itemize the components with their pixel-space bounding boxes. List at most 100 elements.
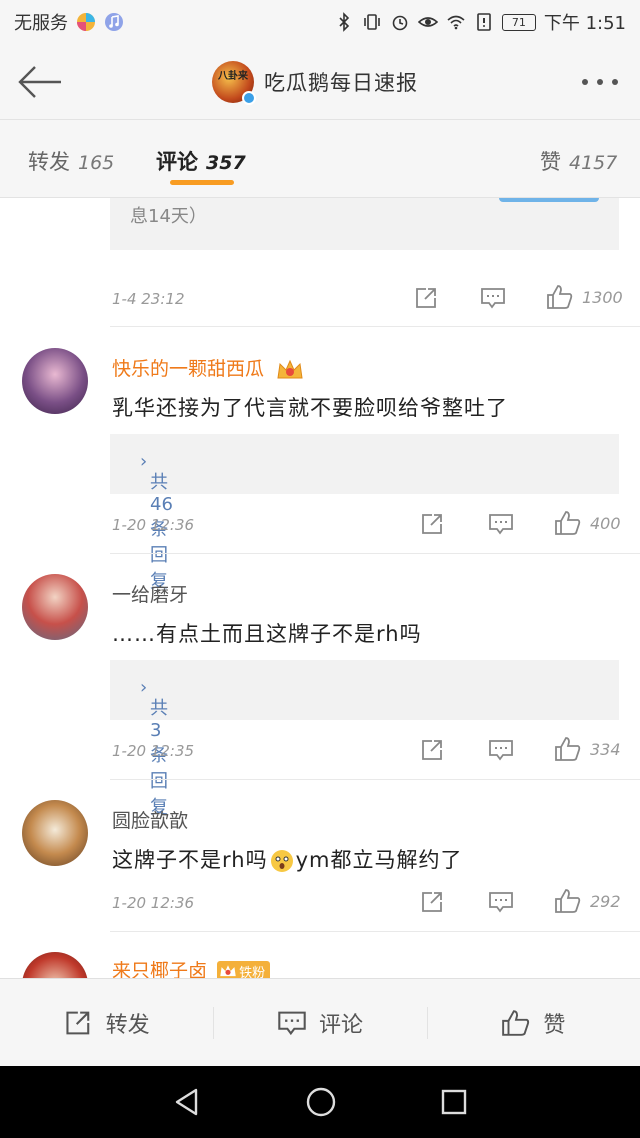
battery-indicator: 71 — [501, 13, 536, 31]
eye-icon — [417, 17, 438, 27]
comment-icon — [489, 514, 513, 535]
avatar-text: 八卦来 — [218, 70, 248, 82]
comment-button[interactable]: 评论 — [213, 979, 426, 1066]
chevron-right-icon: › — [140, 451, 148, 472]
comment-time: 1-4 23:12 — [112, 290, 185, 308]
shocked-emoji-icon — [270, 850, 293, 872]
nav-home-icon[interactable] — [305, 1086, 337, 1118]
share-icon — [416, 288, 436, 308]
account-avatar[interactable]: 八卦来 — [212, 60, 256, 105]
tab-repost[interactable]: 转发 165 — [28, 146, 114, 176]
chevron-right-icon: › — [140, 677, 148, 698]
tab-label: 赞 — [540, 150, 561, 174]
like-action[interactable]: 400 — [554, 510, 621, 536]
comment-list[interactable]: 息14天） 1-4 23:12 1300 快乐的一颗甜西瓜 乳华还接为了代言就不… — [0, 198, 640, 978]
share-icon — [422, 740, 442, 760]
tab-label: 评论 — [156, 150, 198, 174]
repost-label: 转发 — [105, 1012, 150, 1038]
commenter-name-text: 快乐的一颗甜西瓜 — [112, 358, 265, 380]
comment-icon — [489, 740, 513, 761]
tab-count: 357 — [206, 152, 246, 174]
avatar[interactable] — [22, 952, 88, 978]
repost-action[interactable] — [414, 286, 440, 310]
commenter-name[interactable]: 圆脸歆歆 — [112, 806, 188, 833]
avatar[interactable] — [22, 574, 88, 640]
fan-badge-label: 铁粉 — [239, 966, 266, 978]
replies-link: 共46条回复 › — [130, 451, 173, 592]
fan-badge: 铁粉 — [217, 961, 271, 978]
share-icon — [66, 1011, 89, 1034]
divider — [110, 326, 640, 327]
like-count: 334 — [590, 739, 621, 759]
avatar[interactable] — [22, 800, 88, 866]
quoted-text: 息14天） — [130, 206, 207, 227]
comment-time: 1-20 12:35 — [112, 742, 195, 760]
vip-crown-icon — [277, 359, 303, 378]
repost-action[interactable] — [420, 738, 446, 762]
view-replies-button[interactable]: 共46条回复 › — [110, 434, 619, 592]
comment-time: 1-20 12:36 — [112, 516, 195, 534]
more-options-button[interactable] — [560, 78, 640, 85]
music-icon — [105, 13, 123, 31]
nav-recents-icon[interactable] — [440, 1088, 468, 1116]
list-item: 快乐的一颗甜西瓜 乳华还接为了代言就不要脸呗给爷整吐了 共46条回复 › 1-2… — [0, 328, 640, 592]
status-bar: 无服务 71 下午 1:51 — [0, 0, 640, 44]
alarm-icon — [392, 15, 408, 31]
tab-likes[interactable]: 赞 4157 — [540, 146, 617, 176]
bottom-action-bar: 转发 评论 赞 — [0, 978, 640, 1066]
repost-action[interactable] — [420, 890, 446, 914]
vip-crown-icon — [220, 965, 236, 977]
comment-time: 1-20 12:36 — [112, 894, 195, 912]
comment-action[interactable] — [488, 738, 514, 762]
clock: 下午 1:51 — [543, 13, 626, 34]
commenter-name[interactable]: 一给磨牙 — [112, 580, 188, 607]
more-dot-icon — [612, 78, 618, 85]
bluetooth-icon — [339, 12, 349, 32]
comment-action[interactable] — [480, 286, 506, 310]
tab-comments[interactable]: 评论 357 — [156, 146, 246, 176]
comment-action[interactable] — [488, 890, 514, 914]
share-icon — [422, 892, 442, 912]
thumbs-up-icon — [555, 889, 581, 913]
back-arrow-icon — [18, 65, 61, 98]
back-button[interactable] — [0, 44, 80, 120]
like-count: 1300 — [582, 287, 623, 307]
list-item: 息14天） 1-4 23:12 1300 — [0, 198, 640, 328]
comment-icon — [489, 892, 513, 913]
tab-bar: 转发 165 评论 357 赞 4157 — [0, 120, 640, 198]
like-label: 赞 — [543, 1012, 566, 1038]
app-bar: 八卦来 吃瓜鹅每日速报 — [0, 44, 640, 120]
like-button[interactable]: 赞 — [426, 979, 640, 1066]
tab-count: 4157 — [569, 152, 618, 174]
comment-text: ……有点土而且这牌子不是rh吗 — [112, 622, 422, 646]
comment-text: 这牌子不是rh吗 ym都立马解约了 — [112, 844, 462, 874]
comment-icon — [278, 1011, 306, 1035]
like-action[interactable]: 334 — [554, 736, 621, 762]
nav-back-icon[interactable] — [172, 1087, 202, 1117]
thumbs-up-icon — [555, 511, 581, 535]
comment-label: 评论 — [318, 1012, 363, 1038]
verified-icon — [242, 90, 256, 105]
system-nav-bar — [0, 1066, 640, 1138]
commenter-name[interactable]: 快乐的一颗甜西瓜 — [112, 354, 304, 382]
tab-count: 165 — [78, 152, 115, 174]
like-count: 292 — [590, 891, 621, 911]
comment-action[interactable] — [488, 512, 514, 536]
list-item: 来只椰子卤 铁粉 — [0, 932, 640, 978]
commenter-name-text: 来只椰子卤 — [112, 960, 208, 978]
repost-action[interactable] — [420, 512, 446, 536]
repost-button[interactable]: 转发 — [0, 979, 213, 1066]
view-replies-button[interactable]: 共3条回复 › — [110, 660, 619, 818]
commenter-name[interactable]: 来只椰子卤 铁粉 — [112, 956, 271, 978]
like-action[interactable]: 292 — [554, 888, 621, 914]
carrier-label: 无服务 — [14, 13, 68, 34]
avatar[interactable] — [22, 348, 88, 414]
comment-text: 乳华还接为了代言就不要脸呗给爷整吐了 — [112, 396, 508, 420]
quoted-content[interactable]: 息14天） — [110, 198, 619, 250]
replies-link: 共3条回复 › — [130, 677, 168, 818]
comment-icon — [481, 288, 505, 309]
active-tab-indicator — [170, 180, 234, 185]
like-action[interactable]: 1300 — [546, 284, 623, 310]
page-title: 吃瓜鹅每日速报 — [264, 70, 418, 95]
list-item: 圆脸歆歆 这牌子不是rh吗 ym都立马解约了 1-20 12:36 292 — [0, 780, 640, 932]
